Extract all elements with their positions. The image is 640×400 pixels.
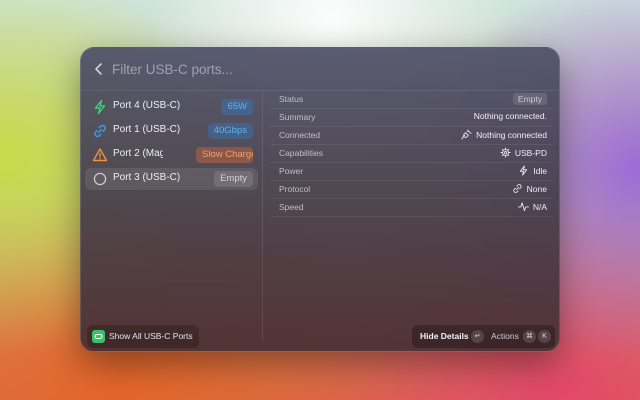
detail-pane: Status Empty Summary Nothing connected. … xyxy=(271,91,553,261)
list-item-label: Port 1 (USB-C) xyxy=(113,124,181,135)
status-badge: 40Gbps xyxy=(207,123,253,139)
list-item-label: Port 3 (USB-C) xyxy=(113,172,181,183)
port-manager-window: Port 4 (USB-C) 65W Port 1 (USB-C) 40Gbps… xyxy=(80,47,560,352)
detail-row-speed: Speed N/A xyxy=(271,199,553,217)
command-key-icon: ⌘ xyxy=(523,330,536,343)
detail-value-text: N/A xyxy=(532,201,547,212)
gear-icon xyxy=(500,147,511,158)
detail-key: Speed xyxy=(279,202,304,212)
detail-key: Summary xyxy=(279,112,316,122)
detail-value-text: USB-PD xyxy=(514,147,547,158)
detail-value-text: Idle xyxy=(533,165,547,176)
link-icon xyxy=(94,124,106,138)
pane-divider xyxy=(262,91,263,340)
detail-value-text: Nothing connected xyxy=(476,129,547,140)
detail-row-connected: Connected Nothing connected xyxy=(271,127,553,145)
show-all-ports-label: Show All USB-C Ports xyxy=(109,331,193,341)
app-icon xyxy=(92,330,105,343)
detail-value: N/A xyxy=(517,201,547,212)
list-item-port-3[interactable]: Port 3 (USB-C) Empty xyxy=(85,168,258,190)
k-key-icon: K xyxy=(538,330,551,343)
usb-icon xyxy=(94,333,103,340)
detail-value: Nothing connected. xyxy=(473,111,547,121)
action-bar: Show All USB-C Ports Hide Details ↵ Acti… xyxy=(81,323,559,351)
detail-key: Connected xyxy=(279,130,321,140)
search-bar xyxy=(81,48,559,91)
port-list: Port 4 (USB-C) 65W Port 1 (USB-C) 40Gbps… xyxy=(81,91,262,323)
detail-row-status: Status Empty xyxy=(271,91,553,109)
detail-value: Nothing connected xyxy=(461,129,547,140)
list-item-label: Port 2 (MagSafe) xyxy=(113,148,163,159)
detail-key: Status xyxy=(279,94,304,104)
list-item-port-4[interactable]: Port 4 (USB-C) 65W xyxy=(85,96,258,118)
detail-key: Power xyxy=(279,166,304,176)
list-item-port-2[interactable]: Port 2 (MagSafe) Slow Charger xyxy=(85,144,258,166)
show-all-ports-button[interactable]: Show All USB-C Ports xyxy=(87,325,199,348)
detail-row-capabilities: Capabilities USB-PD xyxy=(271,145,553,163)
list-item-port-1[interactable]: Port 1 (USB-C) 40Gbps xyxy=(85,120,258,142)
detail-row-power: Power Idle xyxy=(271,163,553,181)
detail-value: Empty xyxy=(512,93,547,105)
status-badge: Empty xyxy=(214,171,253,187)
detail-value: None xyxy=(512,183,547,194)
detail-value-text: None xyxy=(526,183,547,194)
detail-row-protocol: Protocol None xyxy=(271,181,553,199)
search-input[interactable] xyxy=(112,57,512,81)
detail-row-summary: Summary Nothing connected. xyxy=(271,109,553,127)
status-pill: Empty xyxy=(512,93,547,105)
detail-key: Capabilities xyxy=(279,148,323,158)
bolt-icon xyxy=(520,165,528,176)
status-badge: Slow Charger xyxy=(196,147,253,163)
list-item-label: Port 4 (USB-C) xyxy=(113,100,181,111)
empty-circle-icon xyxy=(93,172,107,186)
actions-button[interactable]: Actions xyxy=(491,331,519,341)
detail-key: Protocol xyxy=(279,184,311,194)
chevron-left-icon[interactable] xyxy=(91,61,107,77)
status-badge: 65W xyxy=(221,99,253,115)
detail-value: Idle xyxy=(518,165,547,176)
unplugged-icon xyxy=(461,129,472,140)
enter-key-icon: ↵ xyxy=(471,330,484,343)
warning-icon xyxy=(92,148,108,162)
lightning-icon xyxy=(94,99,106,115)
link-icon xyxy=(513,184,522,193)
footer-actions: Hide Details ↵ Actions ⌘ K xyxy=(412,325,555,348)
detail-value: USB-PD xyxy=(500,147,547,158)
hide-details-button[interactable]: Hide Details xyxy=(420,331,469,341)
activity-icon xyxy=(517,202,529,212)
